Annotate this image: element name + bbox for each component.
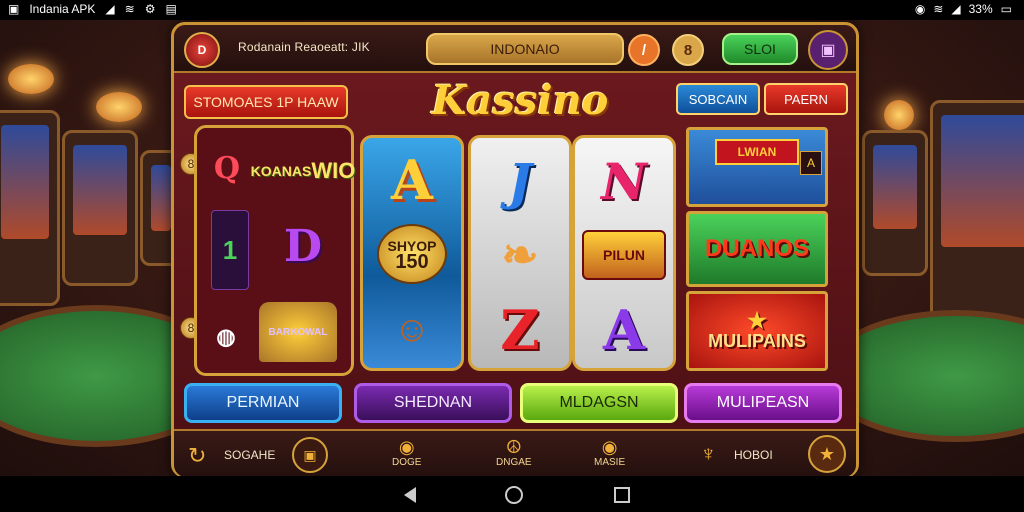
bg-slot-machine-5	[930, 100, 1024, 326]
wild-line-1: KOANAS	[250, 163, 312, 179]
reel2-horn-icon: ❧	[501, 231, 539, 280]
bottom-item-3-label: MASIE	[594, 457, 626, 468]
app-notification-icon: ▣	[8, 2, 20, 16]
menu-button[interactable]: ▣	[808, 30, 848, 70]
bottom-bar: ↻ SOGAHE ▣ ◉ DOGE ☮ DNGAE ◉ MASIE ♆ HOBO…	[174, 429, 856, 477]
reel1-symbol-150: SHYOP 150	[363, 224, 461, 284]
lamp-right	[884, 100, 914, 130]
app-title: Rodanain Reaoeatt: JIK	[238, 40, 370, 54]
reel2-symbol-z: Z	[500, 298, 540, 362]
category-button-1[interactable]: PERMIAN	[184, 383, 342, 423]
symbol-one: 1	[211, 210, 249, 290]
bottom-item-2-label: DNGAE	[496, 457, 532, 468]
reel-2: J ❧ Z	[468, 135, 572, 371]
bonus-button[interactable]: 8	[672, 34, 704, 66]
bottom-item-2[interactable]: ☮ DNGAE	[496, 437, 532, 468]
bottom-left-label[interactable]: SOGAHE	[224, 448, 275, 462]
casino-app-window: D Rodanain Reaoeatt: JIK INDONAIO / 8 SL…	[171, 22, 859, 478]
symbol-d: D	[283, 220, 323, 272]
game-tile-3[interactable]: ★ MULIPAINS	[686, 291, 828, 371]
battery-percent: 33%	[968, 2, 993, 16]
tile3-label: MULIPAINS	[708, 330, 806, 351]
refresh-icon[interactable]: ↻	[188, 443, 206, 469]
reel1-symbol-a: A	[391, 148, 433, 212]
wallet-button[interactable]: ▣	[292, 437, 328, 473]
wifi-icon: ≋	[124, 2, 135, 16]
reel3-symbol-a: A	[603, 298, 645, 362]
category-button-2[interactable]: SHEDNAN	[354, 383, 512, 423]
back-icon[interactable]	[404, 487, 416, 503]
wifi-signal-icon: ≋	[933, 2, 944, 16]
lamp-left	[8, 64, 54, 94]
rotate-icon: ◢	[105, 2, 115, 16]
bg-slot-machine-4	[862, 130, 928, 276]
system-nav-bar	[0, 476, 1024, 512]
bg-slot-machine-2	[62, 130, 138, 286]
reel3-plum-label: PILUN	[582, 230, 666, 280]
reel3-symbol-n: N	[601, 152, 647, 211]
data-saver-icon: ◉	[914, 2, 926, 16]
symbol-wild: KOANAS WIO	[251, 146, 356, 196]
reel2-symbol-j: J	[508, 152, 532, 211]
wild-line-2: WIO	[311, 158, 356, 183]
reel-3: N PILUN A	[572, 135, 676, 371]
menu-icon: ▣	[820, 42, 836, 59]
coin-icon: ◉	[398, 437, 415, 457]
trophy-icon[interactable]: ♆	[700, 441, 717, 467]
favorites-button[interactable]: ★	[808, 435, 846, 473]
search-pill[interactable]: INDONAIO	[426, 33, 624, 65]
reel-1: A SHYOP 150 ☺	[360, 135, 464, 371]
category-button-3[interactable]: MLDAGSN	[520, 383, 678, 423]
bg-slot-machine-1	[0, 110, 60, 306]
brand-logo: Kassino	[431, 77, 609, 124]
recents-icon[interactable]	[614, 487, 630, 503]
image-icon: ▤	[165, 2, 177, 16]
slot-button[interactable]: SLOI	[722, 33, 798, 65]
medal-icon: ◉	[601, 437, 618, 457]
symbol-q: Q	[213, 150, 241, 186]
reel1-face-icon: ☺	[393, 308, 431, 349]
bottom-right-label[interactable]: HOBOI	[734, 448, 773, 462]
tag-button-1[interactable]: SOBCAIN	[676, 83, 760, 115]
star-badge-icon: ★	[818, 443, 836, 464]
reel1-150-line2: 150	[395, 251, 429, 273]
bottom-item-1-label: DOGE	[392, 457, 422, 468]
bottom-item-1[interactable]: ◉ DOGE	[392, 437, 421, 468]
lamp-left-2	[96, 92, 142, 122]
game-tile-2[interactable]: DUANOS	[686, 211, 828, 287]
top-bar: D Rodanain Reaoeatt: JIK INDONAIO / 8 SL…	[174, 25, 856, 73]
tile1-banner: LWIAN	[715, 139, 799, 165]
symbol-bonus: BARKOWAL	[259, 302, 337, 362]
reel3-symbol-plum: PILUN	[575, 230, 673, 280]
star-icon: ★	[747, 307, 767, 333]
left-symbol-panel: Q KOANAS WIO 1 D ◍ BARKOWAL	[194, 125, 356, 376]
wallet-icon: ▣	[303, 446, 317, 463]
battery-icon: ▭	[1000, 2, 1012, 16]
peace-icon: ☮	[505, 437, 522, 457]
app-logo[interactable]: D	[184, 32, 220, 68]
tile1-badge: A	[800, 151, 822, 175]
cell-signal-icon: ◢	[951, 2, 961, 16]
category-button-4[interactable]: MULIPEASN	[684, 383, 842, 423]
bottom-item-3[interactable]: ◉ MASIE	[594, 437, 625, 468]
promo-button[interactable]: STOMOAES 1P HAAW	[184, 85, 348, 119]
settings-icon: ⚙	[144, 2, 156, 16]
home-icon[interactable]	[505, 486, 523, 504]
status-bar: ▣ Indania APK ◢ ≋ ⚙ ▤ ◉ ≋ ◢ 33% ▭	[0, 0, 1024, 20]
status-app-name: Indania APK	[29, 2, 96, 16]
clock-coin-icon: ◍	[216, 324, 236, 349]
edit-button[interactable]: /	[628, 34, 660, 66]
tag-button-2[interactable]: PAERN	[764, 83, 848, 115]
